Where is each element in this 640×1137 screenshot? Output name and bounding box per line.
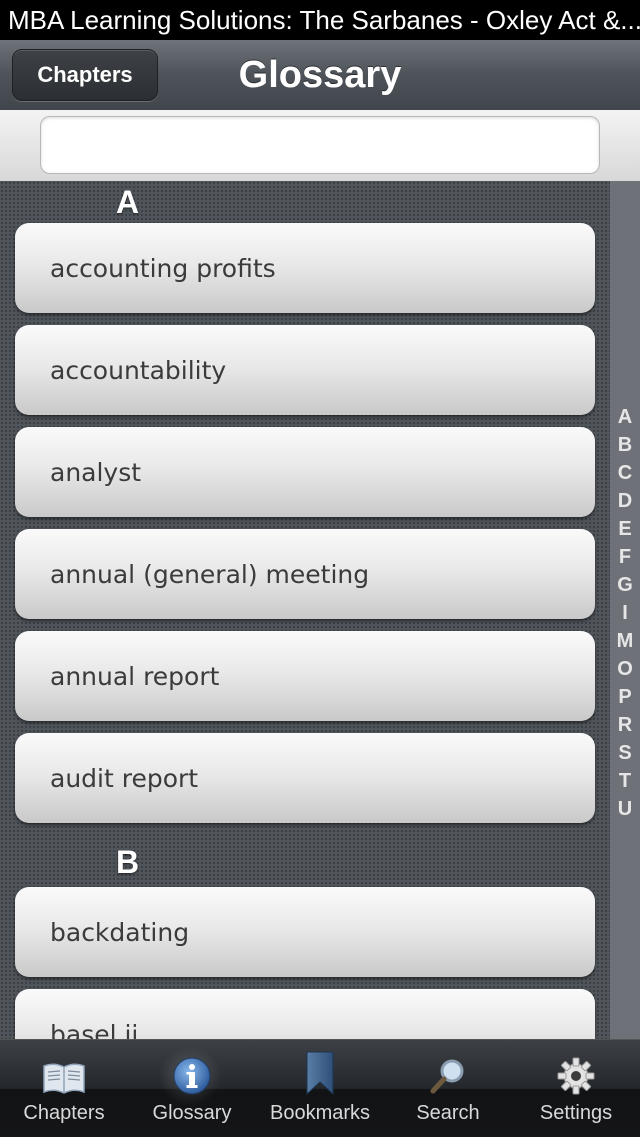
tab-chapters[interactable]: Chapters <box>0 1040 128 1137</box>
tab-chapters-label: Chapters <box>23 1102 105 1124</box>
section-header-b: B <box>116 844 140 880</box>
index-letter-e[interactable]: E <box>618 515 631 543</box>
index-letter-s[interactable]: S <box>618 739 631 767</box>
glossary-list[interactable]: A accounting profits accountability anal… <box>0 181 610 1039</box>
section-header-a: A <box>116 184 140 220</box>
list-item[interactable]: annual report <box>15 631 595 721</box>
index-letter-i[interactable]: I <box>622 599 628 627</box>
index-letter-c[interactable]: C <box>618 459 632 487</box>
index-letter-o[interactable]: O <box>617 655 633 683</box>
bookmark-icon <box>304 1040 336 1096</box>
active-tab-highlight <box>158 1046 222 1106</box>
index-letter-p[interactable]: P <box>618 683 631 711</box>
tab-bookmarks[interactable]: Bookmarks <box>256 1040 384 1137</box>
search-input[interactable] <box>40 116 600 174</box>
list-item[interactable]: annual (general) meeting <box>15 529 595 619</box>
search-bar <box>0 110 640 182</box>
section-index[interactable]: A B C D E F G I M O P R S T U <box>610 181 640 1039</box>
index-letter-r[interactable]: R <box>618 711 632 739</box>
index-letter-u[interactable]: U <box>618 795 632 823</box>
index-letter-b[interactable]: B <box>618 431 632 459</box>
chapters-back-button[interactable]: Chapters <box>12 49 158 101</box>
book-icon <box>42 1040 86 1096</box>
tab-glossary[interactable]: Glossary <box>128 1040 256 1137</box>
list-item[interactable]: accountability <box>15 325 595 415</box>
list-item[interactable]: accounting profits <box>15 223 595 313</box>
navigation-bar: Chapters Glossary <box>0 40 640 111</box>
list-item[interactable]: backdating <box>15 887 595 977</box>
tab-settings[interactable]: Settings <box>512 1040 640 1137</box>
tab-bar: Chapters Glossary Bookmarks Search Setti… <box>0 1039 640 1137</box>
tab-search[interactable]: Search <box>384 1040 512 1137</box>
list-item[interactable]: basel ii <box>15 989 595 1039</box>
gear-icon <box>556 1040 596 1096</box>
index-letter-f[interactable]: F <box>619 543 631 571</box>
list-item[interactable]: audit report <box>15 733 595 823</box>
tab-search-label: Search <box>416 1102 480 1124</box>
tab-settings-label: Settings <box>539 1102 613 1124</box>
tab-bookmarks-label: Bookmarks <box>269 1102 371 1124</box>
window-title: MBA Learning Solutions: The Sarbanes - O… <box>0 0 640 40</box>
list-item[interactable]: analyst <box>15 427 595 517</box>
index-letter-a[interactable]: A <box>618 403 632 431</box>
magnifier-icon <box>428 1040 468 1096</box>
index-letter-d[interactable]: D <box>618 487 632 515</box>
index-letter-g[interactable]: G <box>617 571 633 599</box>
index-letter-t[interactable]: T <box>619 767 631 795</box>
index-letter-m[interactable]: M <box>617 627 634 655</box>
